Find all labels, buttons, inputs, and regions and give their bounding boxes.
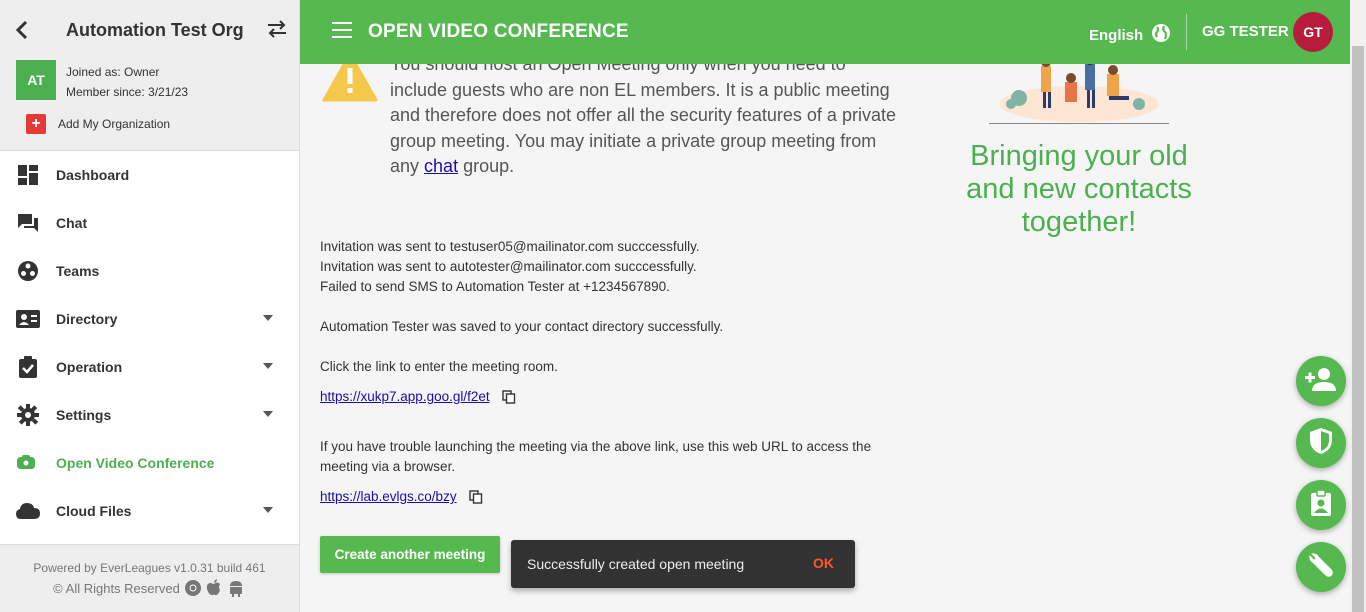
click-link-text: Click the link to enter the meeting room…: [320, 359, 558, 374]
snackbar: Successfully created open meeting OK: [511, 540, 855, 588]
shield-icon: [1309, 427, 1333, 460]
sidebar-item-label: Settings: [56, 407, 112, 423]
web-link[interactable]: https://lab.evlgs.co/bzy: [320, 487, 457, 507]
sidebar-item-open-video-conference[interactable]: Open Video Conference: [0, 439, 299, 487]
saved-message: Automation Tester was saved to your cont…: [320, 319, 724, 334]
avatar[interactable]: GT: [1293, 12, 1333, 52]
snackbar-message: Successfully created open meeting: [527, 556, 745, 572]
chat-icon: [16, 211, 40, 235]
org-name: Automation Test Org: [66, 20, 244, 40]
warning-text-end: group.: [463, 156, 515, 176]
footer-rights-row: © All Rights Reserved: [0, 579, 299, 597]
apple-icon[interactable]: [206, 579, 224, 597]
add-org-icon: +: [26, 114, 46, 134]
video-icon: [16, 451, 40, 475]
create-another-meeting-button[interactable]: Create another meeting: [320, 536, 500, 573]
message-line: Invitation was sent to testuser05@mailin…: [320, 239, 700, 254]
message-line: Invitation was sent to autotester@mailin…: [320, 259, 697, 274]
meeting-link[interactable]: https://xukp7.app.goo.gl/f2et: [320, 387, 490, 407]
user-name[interactable]: GG TESTER: [1202, 23, 1289, 40]
menu-icon[interactable]: [332, 22, 352, 38]
snackbar-ok-button[interactable]: OK: [813, 555, 834, 571]
dashboard-icon: [16, 163, 40, 187]
id-badge-button[interactable]: [1296, 480, 1346, 530]
add-organization-button[interactable]: + Add My Organization: [26, 114, 170, 134]
warning-message: You should host an Open Meeting only whe…: [390, 64, 900, 180]
gear-icon: [16, 403, 40, 427]
sidebar-item-label: Cloud Files: [56, 503, 132, 519]
main-content: You should host an Open Meeting only whe…: [300, 64, 1350, 612]
header-divider: [1186, 14, 1187, 50]
chevron-down-icon[interactable]: [263, 315, 273, 321]
chevron-down-icon[interactable]: [263, 363, 273, 369]
web-link-row: https://lab.evlgs.co/bzy: [320, 487, 900, 507]
sidebar-item-settings[interactable]: Settings: [0, 391, 299, 439]
tagline: Bringing your old and new contacts toget…: [966, 140, 1192, 238]
contacts-illustration: [989, 64, 1169, 124]
sidebar-item-teams[interactable]: Teams: [0, 247, 299, 295]
meeting-link-row: https://xukp7.app.goo.gl/f2et: [320, 387, 900, 407]
add-contact-button[interactable]: [1296, 356, 1346, 406]
add-org-label: Add My Organization: [58, 117, 171, 131]
sidebar-item-label: Teams: [56, 263, 100, 279]
globe-icon: [1151, 23, 1171, 47]
org-avatar: AT: [16, 60, 56, 100]
chevron-down-icon[interactable]: [263, 411, 273, 417]
illustration-divider: [989, 123, 1169, 124]
member-since: Member since: 3/21/23: [66, 85, 189, 99]
org-header: Automation Test Org AT Joined as: Owner …: [0, 0, 299, 151]
cloud-icon: [16, 499, 40, 523]
sidebar-item-label: Operation: [56, 359, 123, 375]
top-bar: OPEN VIDEO CONFERENCE English GG TESTER …: [300, 0, 1350, 64]
joined-as: Joined as: Owner: [66, 65, 160, 79]
warning-icon: [322, 64, 378, 109]
copy-icon[interactable]: [501, 390, 516, 404]
sidebar-item-label: Dashboard: [56, 167, 130, 183]
sidebar-item-label: Chat: [56, 215, 88, 231]
security-button[interactable]: [1296, 418, 1346, 468]
sidebar-footer: Powered by EverLeagues v1.0.31 build 461…: [0, 544, 299, 612]
result-messages: Invitation was sent to testuser05@mailin…: [320, 237, 900, 507]
trouble-text: If you have trouble launching the meetin…: [320, 439, 872, 474]
scrollbar-thumb[interactable]: [1352, 46, 1364, 612]
sidebar-nav: Dashboard Chat Teams Directory Operation…: [0, 151, 299, 535]
directory-icon: [16, 307, 40, 331]
sidebar-item-operation[interactable]: Operation: [0, 343, 299, 391]
rights-reserved: © All Rights Reserved: [53, 580, 180, 596]
chevron-down-icon[interactable]: [263, 507, 273, 513]
android-icon[interactable]: [228, 579, 246, 597]
tools-button[interactable]: [1296, 542, 1346, 592]
operation-icon: [16, 355, 40, 379]
sidebar: Automation Test Org AT Joined as: Owner …: [0, 0, 300, 612]
sidebar-item-directory[interactable]: Directory: [0, 295, 299, 343]
badge-icon: [1310, 488, 1332, 522]
back-icon[interactable]: [14, 20, 34, 44]
page-title: OPEN VIDEO CONFERENCE: [368, 21, 629, 42]
org-meta: Joined as: Owner Member since: 3/21/23: [66, 62, 188, 102]
sidebar-item-label: Directory: [56, 311, 118, 327]
copy-icon[interactable]: [468, 490, 483, 504]
teams-icon: [16, 259, 40, 283]
switch-org-icon[interactable]: [266, 20, 288, 44]
language-label: English: [1089, 26, 1144, 44]
sidebar-item-chat[interactable]: Chat: [0, 199, 299, 247]
wrench-icon: [1306, 550, 1336, 585]
sidebar-item-cloud-files[interactable]: Cloud Files: [0, 487, 299, 535]
sidebar-item-label: Open Video Conference: [56, 455, 215, 471]
message-line: Failed to send SMS to Automation Tester …: [320, 279, 670, 294]
powered-by: Powered by EverLeagues v1.0.31 build 461: [33, 561, 266, 575]
chrome-icon[interactable]: [184, 579, 202, 597]
chat-link[interactable]: chat: [424, 156, 458, 176]
add-person-icon: [1305, 367, 1337, 396]
sidebar-item-dashboard[interactable]: Dashboard: [0, 151, 299, 199]
language-selector[interactable]: English: [1089, 23, 1171, 47]
